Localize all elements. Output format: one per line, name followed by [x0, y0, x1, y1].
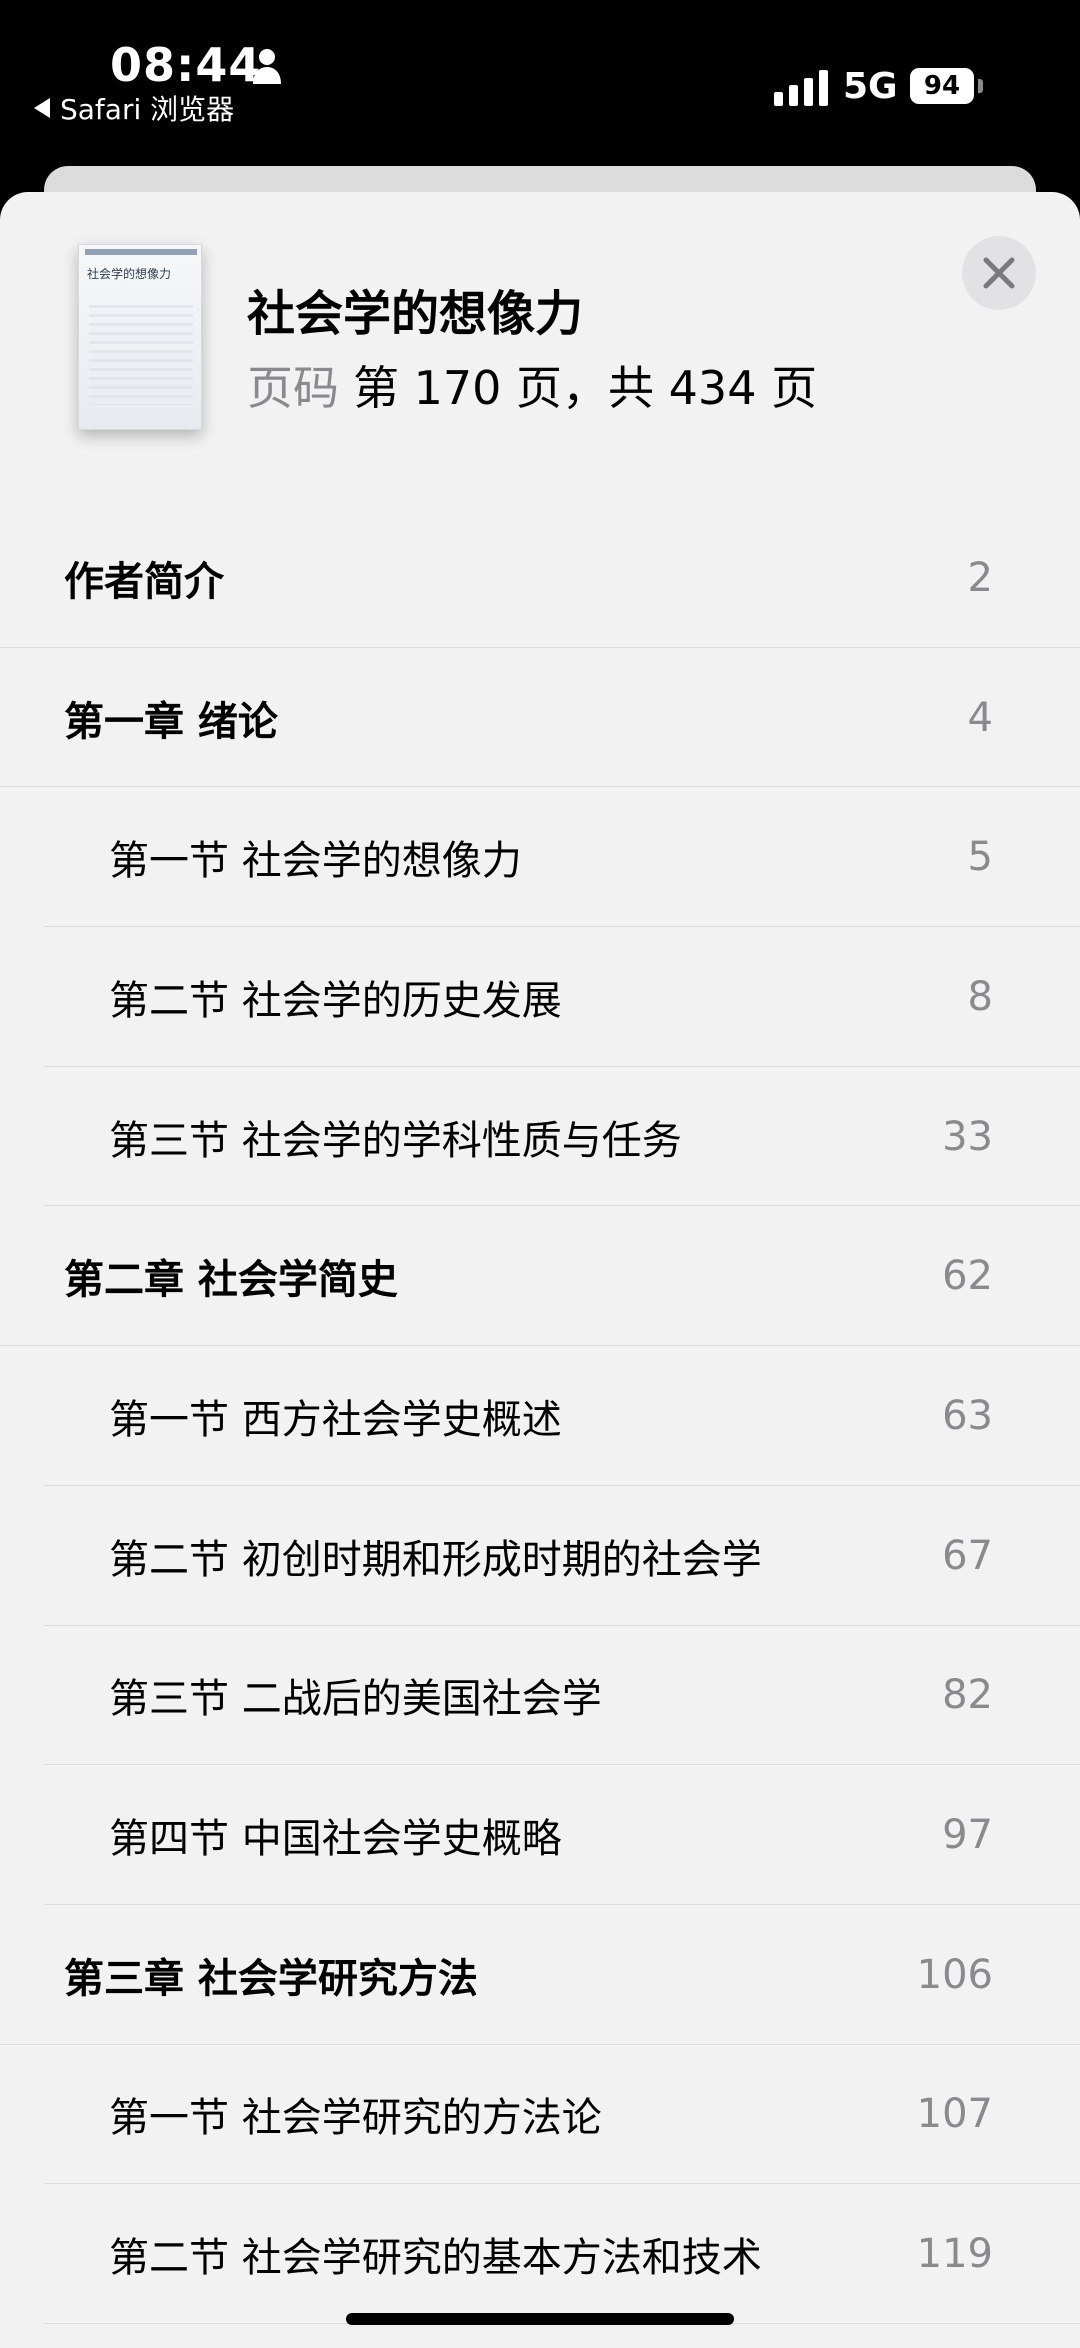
toc-item-label: 第一节 西方社会学史概述: [109, 1396, 562, 1443]
toc-item-label: 作者简介: [64, 558, 224, 605]
network-type: 5G: [843, 66, 898, 107]
table-of-contents-sheet: 社会学的想像力 社会学的想像力 页码第 170 页，共 434 页 作者简介 2…: [0, 192, 1080, 2348]
cover-title: 社会学的想像力: [87, 267, 172, 281]
toc-item[interactable]: 作者简介 2: [0, 508, 1080, 648]
toc-item-label: 第一节 社会学的想像力: [109, 838, 522, 885]
toc-item-label: 第一章 绪论: [64, 698, 278, 745]
cover-band: [85, 249, 197, 255]
back-to-app-link[interactable]: Safari 浏览器: [34, 88, 234, 128]
toc-item-page: 33: [942, 1113, 993, 1160]
person-icon: [253, 49, 281, 84]
toc-item-label: 第三节 社会学的学科性质与任务: [109, 1117, 682, 1164]
page-info: 页码第 170 页，共 434 页: [247, 352, 817, 418]
toc-item-page: 4: [967, 694, 993, 741]
battery-cap: [978, 79, 983, 93]
toc-item-page: 2: [967, 554, 993, 601]
page-value: 第 170 页，共 434 页: [353, 361, 818, 415]
toc-item[interactable]: 第四节 中国社会学史概略 97: [0, 1765, 1080, 1905]
toc-item[interactable]: 第二节 初创时期和形成时期的社会学 67: [0, 1486, 1080, 1626]
status-bar: 08:44 Safari 浏览器 5G 94: [0, 0, 1080, 160]
toc-item-page: 97: [942, 1812, 993, 1859]
battery-icon: 94: [910, 68, 974, 104]
cellular-signal-icon: [774, 70, 828, 106]
cover-pattern: [89, 305, 193, 405]
toc-item-page: 107: [916, 2091, 993, 2138]
toc-item-label: 第二节 社会学的历史发展: [109, 977, 562, 1024]
toc-item-label: 第二章 社会学简史: [64, 1257, 398, 1304]
back-arrow-icon: [34, 98, 50, 118]
toc-item-page: 119: [916, 2231, 993, 2278]
toc-item-page: 82: [942, 1672, 993, 1719]
toc-item-label: 第三节 二战后的美国社会学: [109, 1676, 602, 1723]
status-time: 08:44: [110, 38, 262, 92]
toc-item[interactable]: 第二节 社会学研究的基本方法和技术 119: [0, 2184, 1080, 2324]
toc-item[interactable]: 第三章 社会学研究方法 106: [0, 1905, 1080, 2045]
book-title: 社会学的想像力: [247, 286, 584, 342]
battery-level: 94: [923, 71, 961, 101]
toc-item-page: 63: [942, 1392, 993, 1439]
toc-list: 作者简介 2 第一章 绪论 4 第一节 社会学的想像力 5 第二节 社会学的历史…: [0, 508, 1080, 2324]
close-icon: [983, 257, 1015, 289]
toc-item-label: 第二节 初创时期和形成时期的社会学: [109, 1536, 762, 1583]
toc-item-page: 67: [942, 1532, 993, 1579]
home-indicator[interactable]: [346, 2313, 734, 2325]
toc-item-page: 5: [967, 834, 993, 881]
toc-item-label: 第三章 社会学研究方法: [64, 1955, 478, 2002]
toc-item[interactable]: 第一章 绪论 4: [0, 648, 1080, 788]
back-app-label: Safari 浏览器: [60, 93, 235, 126]
page-label: 页码: [247, 361, 339, 415]
toc-item-page: 8: [967, 973, 993, 1020]
toc-item[interactable]: 第一节 西方社会学史概述 63: [0, 1346, 1080, 1486]
toc-item[interactable]: 第二节 社会学的历史发展 8: [0, 927, 1080, 1067]
toc-item[interactable]: 第一节 社会学研究的方法论 107: [0, 2045, 1080, 2185]
toc-item[interactable]: 第三节 二战后的美国社会学 82: [0, 1626, 1080, 1766]
toc-item[interactable]: 第一节 社会学的想像力 5: [0, 787, 1080, 928]
toc-item[interactable]: 第三节 社会学的学科性质与任务 33: [0, 1067, 1080, 1207]
close-button[interactable]: [962, 236, 1036, 310]
toc-item-label: 第一节 社会学研究的方法论: [109, 2095, 602, 2142]
toc-item-page: 62: [942, 1253, 993, 1300]
book-cover: 社会学的想像力: [78, 244, 202, 430]
toc-item-label: 第四节 中国社会学史概略: [109, 1816, 562, 1863]
toc-item-page: 106: [916, 1951, 993, 1998]
toc-item-label: 第二节 社会学研究的基本方法和技术: [109, 2235, 762, 2282]
toc-item[interactable]: 第二章 社会学简史 62: [0, 1206, 1080, 1347]
